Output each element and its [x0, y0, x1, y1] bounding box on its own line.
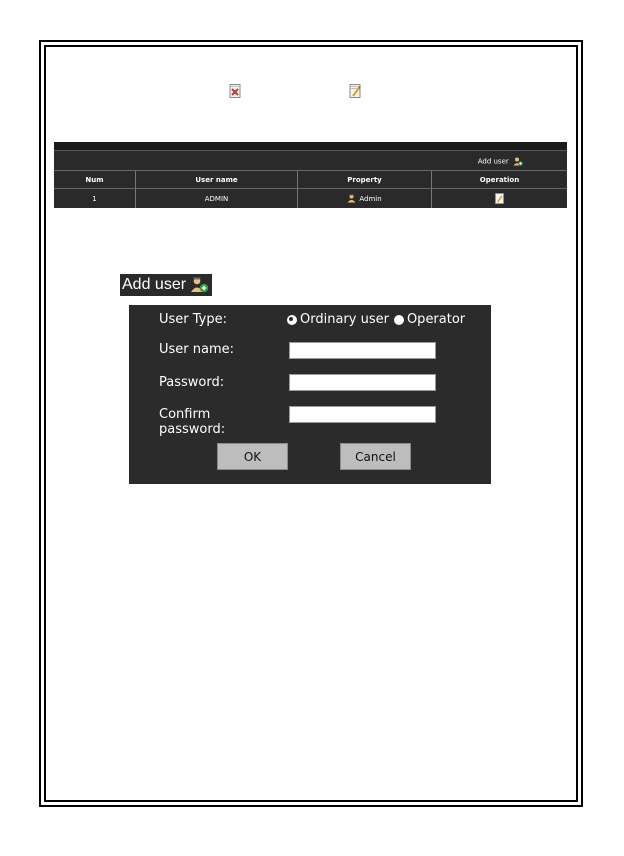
user-table: Add user Num User name Property Operatio…	[54, 142, 567, 208]
add-user-small-icon	[513, 157, 523, 166]
radio-operator[interactable]: Operator	[393, 312, 466, 327]
edit-icon[interactable]	[495, 193, 504, 204]
row-property-label: Admin	[359, 194, 382, 203]
add-user-form: User Type: Ordinary user Operator User n…	[129, 305, 491, 484]
radio-operator-label: Operator	[406, 312, 466, 327]
add-user-icon	[191, 277, 209, 293]
add-user-title-text: Add user	[122, 276, 187, 293]
user-type-radio-group: Ordinary user Operator	[287, 312, 470, 327]
row-user-name: ADMIN	[136, 189, 298, 208]
table-header-row: Num User name Property Operation	[54, 171, 567, 189]
column-header-user-name: User name	[136, 171, 298, 188]
password-input[interactable]	[289, 374, 436, 391]
column-header-operation: Operation	[479, 175, 520, 184]
row-num: 1	[54, 189, 136, 208]
confirm-password-label-line2: password:	[159, 422, 226, 437]
edit-icon[interactable]	[349, 84, 362, 99]
ok-button[interactable]: OK	[217, 443, 288, 470]
username-input[interactable]	[289, 342, 436, 359]
row-property: Admin	[298, 189, 432, 208]
password-label: Password:	[159, 375, 225, 390]
column-header-property: Property	[298, 171, 432, 188]
column-header-num: Num	[54, 171, 136, 188]
delete-icon[interactable]	[229, 84, 242, 99]
confirm-password-label-line1: Confirm	[159, 407, 211, 422]
radio-ordinary-user-button[interactable]	[287, 314, 297, 325]
add-user-link[interactable]: Add user	[478, 157, 523, 166]
table-top-strip	[54, 142, 567, 151]
confirm-password-input[interactable]	[289, 406, 436, 423]
add-user-title: Add user	[120, 274, 213, 296]
table-row: 1 ADMIN Admin	[54, 189, 567, 208]
row-operation	[432, 189, 567, 208]
radio-operator-button[interactable]	[393, 314, 404, 325]
table-toolbar: Add user	[54, 151, 567, 171]
admin-user-icon	[347, 194, 356, 203]
add-user-link-label: Add user	[477, 157, 509, 166]
radio-ordinary-user-label: Ordinary user	[300, 312, 389, 327]
radio-ordinary-user[interactable]: Ordinary user	[287, 312, 389, 327]
user-type-label: User Type:	[159, 312, 228, 327]
username-label: User name:	[159, 342, 235, 357]
cancel-button[interactable]: Cancel	[340, 443, 411, 470]
